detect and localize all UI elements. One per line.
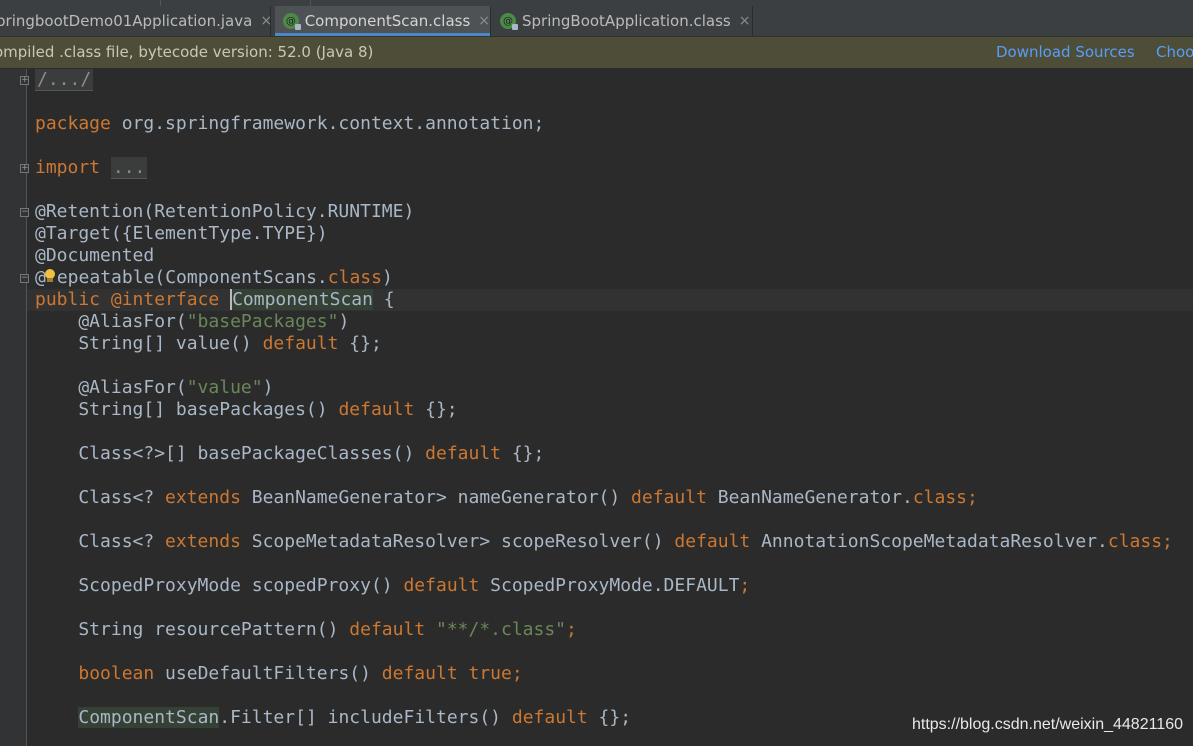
tab-label: SpringBootApplication.class <box>522 12 731 30</box>
tab-componentscan[interactable]: @ ComponentScan.class × <box>275 6 491 36</box>
keyword: public <box>35 289 101 310</box>
tab-springbootdemo01application[interactable]: pringbootDemo01Application.java × <box>0 6 272 36</box>
keyword: default <box>338 399 415 420</box>
banner-message: ompiled .class file, bytecode version: 5… <box>0 43 374 61</box>
class-name: ComponentScan <box>78 707 220 728</box>
code-line: import ... <box>35 157 148 179</box>
code-line: String resourcePattern() default "**/*.c… <box>35 619 577 641</box>
default-value: BeanNameGenerator. <box>706 487 913 508</box>
annotation: @AliasFor( <box>35 377 187 398</box>
code-line: @Retention(RetentionPolicy.RUNTIME) <box>35 201 414 223</box>
fold-collapse-icon[interactable]: − <box>20 208 29 217</box>
method-signature: String[] value() <box>35 333 263 354</box>
tab-label: ComponentScan.class <box>304 12 471 30</box>
code-line: ScopedProxyMode scopedProxy() default Sc… <box>35 575 750 597</box>
close-icon[interactable]: × <box>478 13 490 29</box>
code-line: Class<?>[] basePackageClasses() default … <box>35 443 544 465</box>
method-signature: useDefaultFilters() <box>154 663 382 684</box>
annotation: @Retention(RetentionPolicy.RUNTIME) <box>35 201 415 222</box>
code-line: @Target({ElementType.TYPE}) <box>35 223 328 245</box>
code-line: Class<? extends ScopeMetadataResolver> s… <box>35 531 1173 553</box>
default-value: AnnotationScopeMetadataResolver. <box>750 531 1108 552</box>
fold-collapse-icon[interactable]: − <box>20 274 29 283</box>
keyword: default <box>631 487 707 508</box>
annotation: @AliasFor( <box>35 311 187 332</box>
punctuation: ; <box>566 619 577 640</box>
method-signature: ScopedProxyMode scopedProxy() <box>35 575 404 596</box>
code-line: String[] value() default {}; <box>35 333 382 355</box>
annotation-class-icon: @ <box>500 13 518 30</box>
code-line: Class<? extends BeanNameGenerator> nameG… <box>35 487 978 509</box>
code-line: ComponentScan.Filter[] includeFilters() … <box>35 707 631 729</box>
tab-springbootapplication[interactable]: @ SpringBootApplication.class × <box>491 6 753 36</box>
code-line: String[] basePackages() default {}; <box>35 399 458 421</box>
code-line: package org.springframework.context.anno… <box>35 113 544 135</box>
keyword: default <box>674 531 751 552</box>
keyword: import <box>35 157 101 178</box>
default-value: ScopedProxyMode.DEFAULT <box>479 575 740 596</box>
keyword: boolean <box>78 663 155 684</box>
method-signature: ScopeMetadataResolver> scopeResolver() <box>240 531 675 552</box>
watermark: https://blog.csdn.net/weixin_44821160 <box>911 716 1183 733</box>
keyword: default <box>349 619 426 640</box>
keyword: class; <box>912 487 978 508</box>
string-literal: "basePackages" <box>186 311 339 332</box>
keyword: default <box>403 575 480 596</box>
code-line: /.../ <box>35 69 94 91</box>
tab-label: pringbootDemo01Application.java <box>0 12 253 30</box>
keyword: extends <box>165 487 241 508</box>
editor-tab-bar: pringbootDemo01Application.java × @ Comp… <box>0 6 1193 37</box>
method-signature: String[] basePackages() <box>35 399 339 420</box>
keyword: package <box>35 113 111 134</box>
choose-sources-link[interactable]: Choo <box>1156 43 1193 61</box>
annotation-class-icon: @ <box>283 13 301 30</box>
punctuation: ; <box>739 575 751 596</box>
punctuation: ) <box>262 377 274 398</box>
keyword: class; <box>1107 531 1173 552</box>
keyword: default <box>262 333 339 354</box>
fold-expand-icon[interactable]: + <box>20 164 29 173</box>
annotation: epeatable(ComponentScans. <box>56 267 328 288</box>
lightbulb-icon[interactable] <box>44 269 56 283</box>
close-icon[interactable]: × <box>260 13 272 29</box>
keyword: default <box>511 707 588 728</box>
code-line: @AliasFor("value") <box>35 377 273 399</box>
keyword: default <box>381 663 458 684</box>
decompiled-notice-banner: ompiled .class file, bytecode version: 5… <box>0 37 1193 68</box>
method-signature: String resourcePattern() <box>35 619 350 640</box>
punctuation: ) <box>338 311 350 332</box>
keyword: @interface <box>100 289 231 310</box>
code-line: boolean useDefaultFilters() default true… <box>35 663 523 685</box>
fold-expand-icon[interactable]: + <box>20 76 29 85</box>
punctuation: {}; <box>414 399 458 420</box>
punctuation: {}; <box>587 707 632 728</box>
punctuation: { <box>372 289 395 310</box>
code-line: @Documented <box>35 245 154 267</box>
code-line: @ epeatable(ComponentScans.class) <box>35 267 393 289</box>
code-line: @AliasFor("basePackages") <box>35 311 349 333</box>
class-name: ComponentScan <box>230 289 373 310</box>
package-name: org.springframework.context.annotation; <box>110 113 545 134</box>
punctuation: {}; <box>338 333 382 354</box>
method-signature: Class<?>[] basePackageClasses() <box>35 443 426 464</box>
type: Class<? <box>35 531 166 552</box>
type: Class<? <box>35 487 166 508</box>
string-literal: "value" <box>186 377 263 398</box>
keyword: default <box>425 443 501 464</box>
folded-header[interactable]: /.../ <box>35 69 94 91</box>
keyword: extends <box>165 531 241 552</box>
keyword: class <box>327 267 382 288</box>
method-signature: .Filter[] includeFilters() <box>219 707 512 728</box>
annotation: @Documented <box>35 245 155 266</box>
download-sources-link[interactable]: Download Sources <box>996 43 1135 61</box>
method-signature: BeanNameGenerator> nameGenerator() <box>240 487 632 508</box>
close-icon[interactable]: × <box>739 13 751 29</box>
keyword: true; <box>457 663 523 684</box>
punctuation: {}; <box>501 443 545 464</box>
folded-imports[interactable]: ... <box>110 157 148 179</box>
code-line: public @interface ComponentScan { <box>35 289 395 311</box>
string-literal: "**/*.class" <box>425 619 567 640</box>
punctuation: ) <box>381 267 393 288</box>
annotation: @Target({ElementType.TYPE}) <box>35 223 328 244</box>
